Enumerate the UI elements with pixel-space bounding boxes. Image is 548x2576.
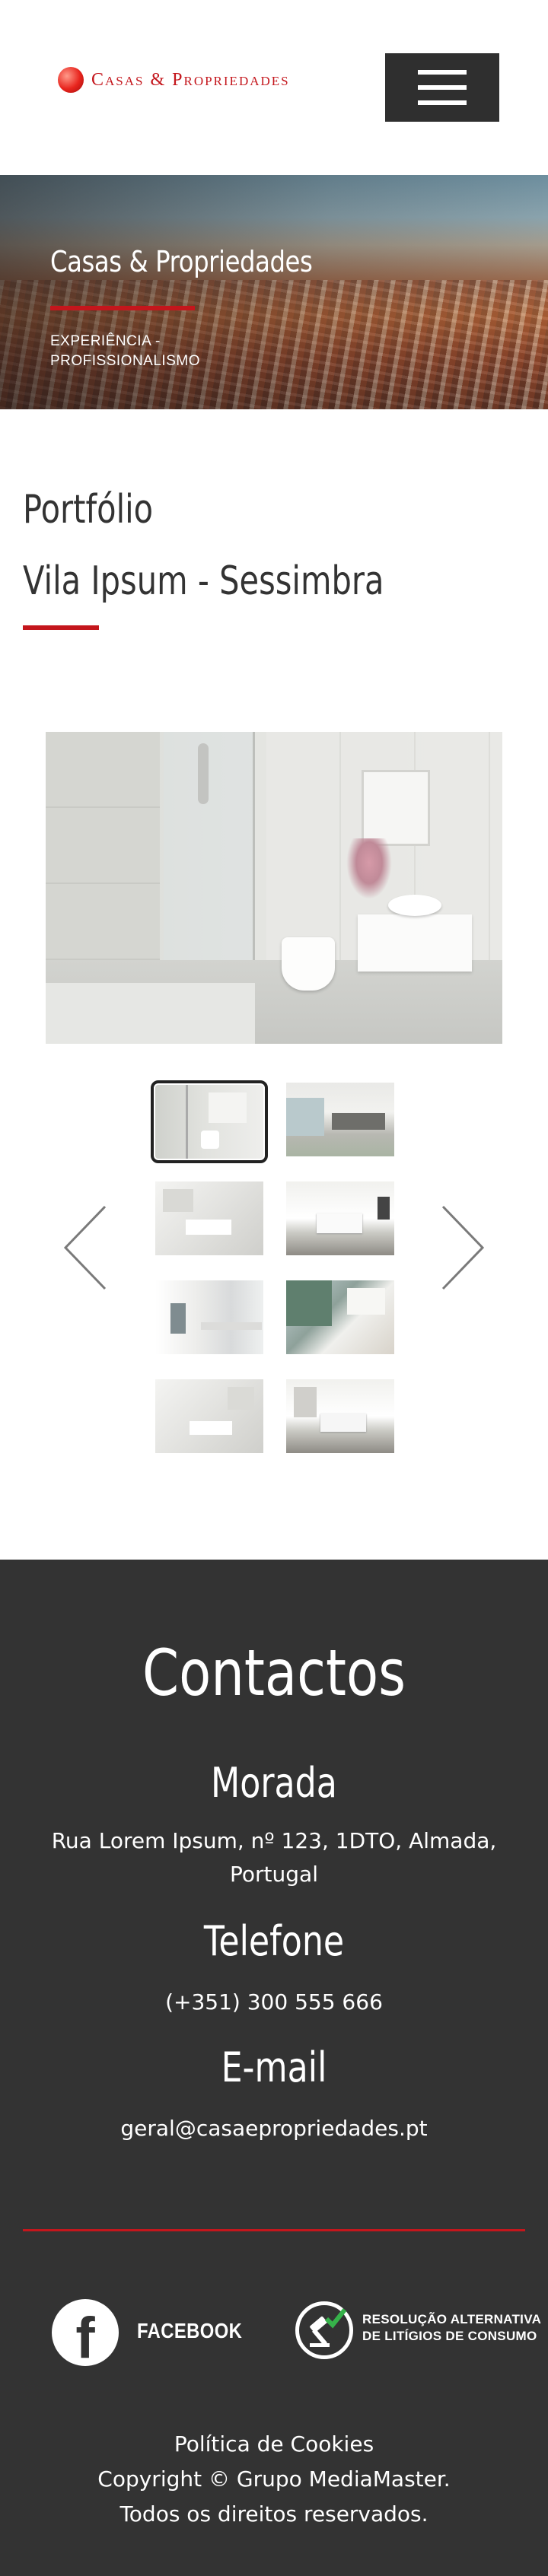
phone-text[interactable]: (+351) 300 555 666 [46,1986,502,2019]
title-accent-bar [23,625,99,630]
thumb-detail [201,1322,262,1330]
chevron-left-icon [63,1205,107,1290]
facebook-link[interactable]: FACEBOOK [137,2319,242,2343]
thumb-detail [320,1414,366,1432]
hamburger-icon-bar [418,85,467,90]
thumb-detail [286,1098,324,1136]
image-plant [346,838,392,899]
cookies-policy-link[interactable]: Política de Cookies [0,2431,548,2457]
phone-heading: Telefone [203,1917,345,1965]
email-text[interactable]: geral@casaepropriedades.pt [46,2112,502,2145]
project-title: Vila Ipsum - Sessimbra [23,558,384,604]
gallery-next-button[interactable] [440,1202,486,1293]
ral-line1: RESOLUÇÃO ALTERNATIVA [362,2312,542,2326]
rights-text: Todos os direitos reservados. [119,2501,429,2527]
hero-subtitle-line1: EXPERIÊNCIA - [50,333,161,349]
logo-text: Casas & Propriedades [91,69,290,90]
main-gallery-image[interactable] [46,732,502,1044]
thumb-detail [332,1113,385,1130]
facebook-glyph: f [75,2306,95,2371]
thumb-detail [190,1421,232,1435]
thumb-detail [201,1131,219,1149]
thumb-detail [347,1288,385,1315]
gallery-thumb[interactable] [155,1280,263,1354]
address-text: Rua Lorem Ipsum, nº 123, 1DTO, Almada, P… [51,1828,497,1887]
ral-link[interactable]: RESOLUÇÃO ALTERNATIVA DE LITÍGIOS DE CON… [362,2311,541,2345]
email-heading: E-mail [221,2043,327,2091]
contacts-title: Contactos [142,1636,406,1710]
site-footer: Contactos Morada Rua Lorem Ipsum, nº 123… [0,1560,548,2576]
image-cabinet [358,914,472,972]
address-heading: Morada [211,1759,337,1807]
thumb-detail [378,1197,390,1220]
gallery-thumb[interactable] [286,1280,394,1354]
hero-overlay [0,175,548,409]
thumb-detail [186,1085,188,1159]
hero-subtitle: EXPERIÊNCIA - PROFISSIONALISMO [50,332,279,371]
ral-line2: DE LITÍGIOS DE CONSUMO [362,2329,537,2343]
gallery-thumb[interactable] [286,1379,394,1453]
image-shower-tray [46,983,255,1044]
site-header: Casas & Propriedades [0,0,548,175]
footer-divider [23,2229,525,2231]
copyright-text: Copyright © Grupo MediaMaster. [97,2466,451,2492]
thumb-detail [186,1220,231,1235]
logo[interactable]: Casas & Propriedades [58,67,290,93]
thumb-detail [294,1387,317,1417]
portfolio-label: Portfólio [23,487,154,533]
thumb-detail [170,1303,186,1334]
gavel-check-icon [310,2308,347,2347]
ral-gavel-icon[interactable] [295,2301,353,2359]
thumb-detail [317,1213,362,1233]
gallery-thumb[interactable] [286,1083,394,1156]
gallery-prev-button[interactable] [62,1202,108,1293]
chevron-right-icon [441,1205,485,1290]
thumb-detail [209,1092,247,1123]
thumb-detail [228,1387,254,1410]
hamburger-icon-bar [418,100,467,105]
hero-title: Casas & Propriedades [50,245,313,278]
logo-sphere-icon [58,67,84,93]
gallery-thumb[interactable] [155,1181,263,1255]
thumb-detail [163,1189,193,1212]
image-mirror [362,770,430,846]
image-toilet [282,937,335,991]
menu-button[interactable] [385,53,499,122]
hero-banner: Casas & Propriedades EXPERIÊNCIA - PROFI… [0,175,548,409]
thumb-detail [286,1280,332,1326]
facebook-icon[interactable]: f [52,2299,119,2371]
image-shower-head [198,743,209,804]
hero-subtitle-line2: PROFISSIONALISMO [50,353,200,369]
hero-accent-bar [50,306,195,310]
image-sink [388,895,441,916]
hamburger-icon [418,70,467,75]
gallery-thumb[interactable] [151,1080,268,1163]
gallery-thumb[interactable] [286,1181,394,1255]
gallery-thumb[interactable] [155,1379,263,1453]
